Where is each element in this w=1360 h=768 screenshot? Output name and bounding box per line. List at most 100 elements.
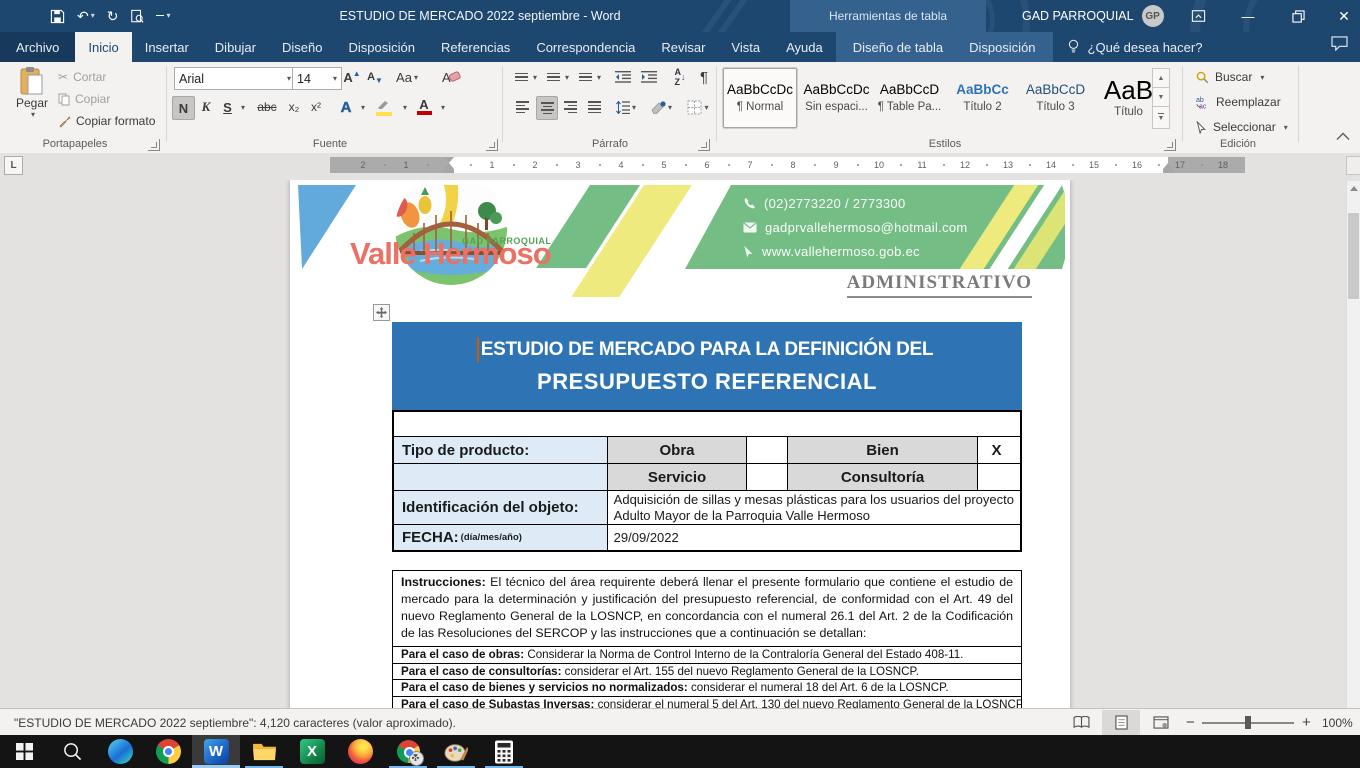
taskbar-edge[interactable] [96,735,144,768]
tipo-producto-spacer-cell[interactable] [394,464,607,490]
style-titulo-2[interactable]: AaBbCc Título 2 [949,68,1016,128]
table-move-handle[interactable] [373,304,390,321]
undo-dropdown-icon[interactable]: ▾ [91,12,95,20]
text-effects-dropdown[interactable]: ▾ [356,96,368,118]
underline-dropdown[interactable]: ▾ [236,96,248,118]
copy-button[interactable]: Copiar [58,92,110,106]
tab-dibujar[interactable]: Dibujar [202,32,269,62]
grow-font-button[interactable]: A▲ [342,66,362,88]
highlight-dropdown[interactable]: ▾ [398,96,410,118]
strikethrough-button[interactable]: abc [254,96,280,118]
scroll-up-arrow[interactable] [1347,181,1360,195]
start-button[interactable] [0,735,48,768]
taskbar-paint[interactable] [432,735,480,768]
font-family-combo[interactable]: Arial▾ [174,67,296,90]
feedback-icon[interactable] [1331,36,1348,51]
sort-button[interactable]: AZ↓ [668,66,692,88]
account-info[interactable]: GAD PARROQUIAL GP [1022,0,1164,32]
taskbar-word[interactable]: W [192,735,240,768]
fecha-label-cell[interactable]: FECHA: (día/mes/año) [394,525,607,550]
taskbar-firefox[interactable] [336,735,384,768]
numbering-button[interactable]: ▾ [544,66,572,88]
highlight-button[interactable] [372,96,396,118]
zoom-out-button[interactable]: − [1186,709,1195,736]
align-right-button[interactable] [560,96,580,118]
align-left-button[interactable] [512,96,532,118]
left-indent-marker[interactable] [444,169,454,173]
document-title-block[interactable]: ESTUDIO DE MERCADO PARA LA DEFINICIÓN DE… [392,322,1022,410]
tab-selector[interactable]: L [4,156,23,175]
tab-disposicion-tabla[interactable]: Disposición [956,32,1048,62]
styles-more-button[interactable]: ▼ [1152,106,1170,129]
zoom-slider-thumb[interactable] [1245,716,1251,729]
justify-button[interactable] [584,96,604,118]
style-sin-espaciado[interactable]: AaBbCcDc Sin espaci... [803,68,870,128]
instructions-table[interactable]: Instrucciones: El técnico del área requi… [392,570,1022,708]
ruler-strip[interactable]: 21123456789101112131415161718 [330,157,1245,173]
paste-button[interactable]: Pegar ▾ [10,66,54,119]
bien-check-cell[interactable]: X [977,437,1015,463]
identificacion-label-cell[interactable]: Identificación del objeto: [394,491,607,524]
minimize-button[interactable]: — [1232,0,1264,32]
tab-insertar[interactable]: Insertar [132,32,202,62]
redo-button[interactable]: ↻ [107,9,119,23]
bien-cell[interactable]: Bien [787,437,977,463]
find-button[interactable]: Buscar▾ [1196,70,1264,84]
servicio-cell[interactable]: Servicio [607,464,746,490]
clear-formatting-button[interactable]: A [438,66,464,88]
consultoria-cell[interactable]: Consultoría [787,464,977,490]
font-color-button[interactable]: A [414,96,434,118]
tab-vista[interactable]: Vista [718,32,773,62]
change-case-button[interactable]: Aa▾ [392,66,422,88]
ribbon-display-options-button[interactable] [1182,0,1214,32]
italic-button[interactable]: K [197,96,215,118]
document-area[interactable]: GAD PARROQUIAL Valle Hermoso (02)2773220… [0,180,1360,708]
subscript-button[interactable]: x₂ [284,96,304,118]
multilevel-list-button[interactable]: ▾ [576,66,604,88]
product-form-table[interactable]: Tipo de producto: Obra Bien X Servicio C… [392,410,1022,552]
clipboard-dialog-launcher[interactable] [148,139,160,151]
taskbar-file-explorer[interactable] [240,735,288,768]
empty-row[interactable] [394,412,1020,436]
font-dialog-launcher[interactable] [486,139,498,151]
taskbar-chrome-profile[interactable] [384,735,432,768]
styles-dialog-launcher[interactable] [1164,139,1176,151]
tab-referencias[interactable]: Referencias [428,32,523,62]
text-effects-button[interactable]: A [336,96,356,118]
scrollbar-thumb[interactable] [1348,213,1359,299]
shading-button[interactable]: ▾ [646,96,676,118]
zoom-level[interactable]: 100% [1322,709,1353,736]
tab-revisar[interactable]: Revisar [648,32,718,62]
superscript-button[interactable]: x² [306,96,326,118]
styles-scroll-up[interactable]: ▲ [1152,68,1170,89]
borders-button[interactable]: ▾ [682,96,714,118]
select-button[interactable]: Seleccionar▾ [1196,120,1288,134]
save-button[interactable] [50,9,65,24]
bold-button[interactable]: N [172,96,195,120]
tab-disposicion[interactable]: Disposición [335,32,427,62]
taskbar-calculator[interactable] [480,735,528,768]
style-table-paragraph[interactable]: AaBbCcD ¶ Table Pa... [876,68,943,128]
decrease-indent-button[interactable] [612,66,634,88]
taskbar-chrome[interactable] [144,735,192,768]
collapse-ribbon-button[interactable] [1336,132,1350,141]
paragraph-dialog-launcher[interactable] [698,139,710,151]
shrink-font-button[interactable]: A▼ [366,66,384,88]
replace-button[interactable]: abac Reemplazar [1196,95,1281,109]
close-button[interactable]: ✕ [1328,0,1360,32]
avatar[interactable]: GP [1142,5,1164,27]
consultoria-check-cell[interactable] [977,464,1015,490]
align-center-button[interactable] [536,96,558,120]
tab-correspondencia[interactable]: Correspondencia [523,32,648,62]
document-page[interactable]: GAD PARROQUIAL Valle Hermoso (02)2773220… [290,180,1070,708]
web-layout-button[interactable] [1142,710,1180,735]
read-mode-button[interactable] [1062,710,1100,735]
tell-me-box[interactable]: ¿Qué desea hacer? [1053,32,1217,62]
tab-ayuda[interactable]: Ayuda [773,32,836,62]
line-spacing-button[interactable]: ▾ [612,96,640,118]
obra-check-cell[interactable] [746,437,787,463]
increase-indent-button[interactable] [638,66,660,88]
fecha-value-cell[interactable]: 29/09/2022 [607,525,1020,550]
right-indent-marker-base[interactable] [1163,169,1173,173]
format-painter-button[interactable]: Copiar formato [58,114,155,128]
